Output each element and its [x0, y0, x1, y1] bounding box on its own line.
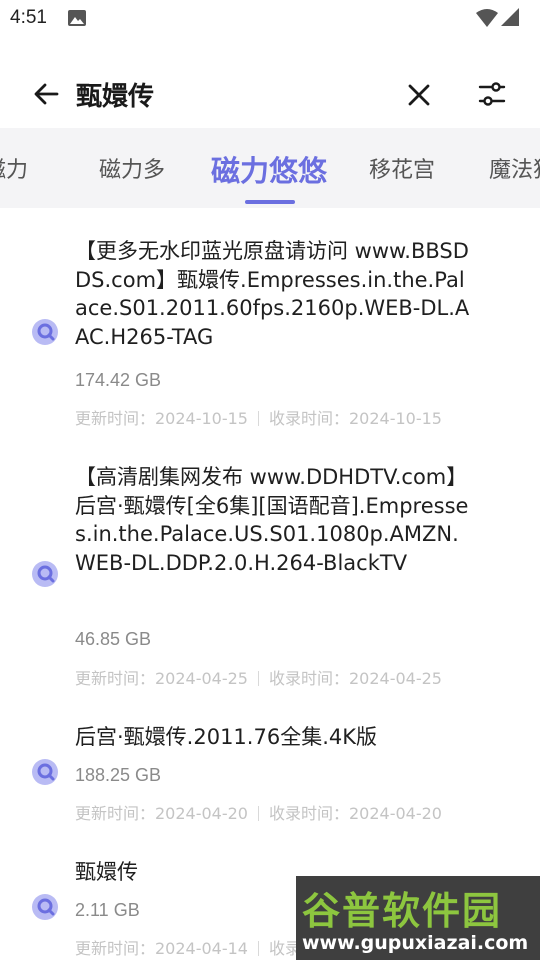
- result-title: 【高清剧集网发布 www.DDHDTV.com】后宫·甄嬛传[全6集][国语配音…: [75, 465, 469, 575]
- result-dates: 更新时间：2024-10-15 收录时间：2024-10-15: [75, 405, 442, 429]
- list-item[interactable]: 后宫·甄嬛传.2011.76全集.4K版 188.25 GB 更新时间：2024…: [0, 708, 540, 838]
- clear-icon[interactable]: [406, 82, 432, 108]
- divider: [258, 411, 259, 426]
- search-query[interactable]: 甄嬛传: [76, 76, 154, 113]
- result-size: 188.25 GB: [75, 765, 162, 785]
- magnet-search-icon: [32, 319, 58, 345]
- active-tab-indicator: [245, 200, 295, 204]
- tab-cili-duo[interactable]: 磁力多: [99, 152, 165, 184]
- magnet-search-icon: [32, 561, 58, 587]
- tab-yihuagong[interactable]: 移花宫: [369, 152, 435, 184]
- indexed-time: 收录时间：2024-04-20: [269, 804, 442, 823]
- list-item[interactable]: 【高清剧集网发布 www.DDHDTV.com】后宫·甄嬛传[全6集][国语配音…: [0, 448, 540, 708]
- source-tabs: 磁力 磁力多 磁力悠悠 移花宫 魔法猫: [0, 128, 540, 208]
- magnet-search-icon: [32, 894, 58, 920]
- divider: [258, 806, 259, 821]
- result-list: 【更多无水印蓝光原盘请访问 www.BBSDDS.com】甄嬛传.Empress…: [0, 208, 540, 960]
- divider: [258, 941, 259, 956]
- watermark-logo: 谷普软件园 www.gupuxiazai.com: [296, 876, 540, 960]
- watermark-name: 谷普软件园: [302, 889, 503, 933]
- status-time: 4:51: [10, 7, 47, 28]
- result-title: 【更多无水印蓝光原盘请访问 www.BBSDDS.com】甄嬛传.Empress…: [75, 239, 470, 349]
- result-size: 46.85 GB: [75, 629, 152, 649]
- magnet-search-icon: [32, 759, 58, 785]
- watermark-url: www.gupuxiazai.com: [302, 932, 529, 954]
- update-time: 更新时间：2024-04-25: [75, 669, 248, 688]
- result-dates: 更新时间：2024-04-20 收录时间：2024-04-20: [75, 800, 442, 824]
- status-bar: 4:51: [0, 0, 540, 38]
- filter-settings-icon[interactable]: [478, 80, 506, 108]
- signal-icon: [501, 8, 519, 26]
- result-size: 174.42 GB: [75, 370, 162, 390]
- image-notification-icon: [68, 10, 86, 26]
- result-size: 2.11 GB: [75, 900, 140, 920]
- update-time: 更新时间：2024-10-15: [75, 409, 248, 428]
- update-time: 更新时间：2024-04-14: [75, 939, 248, 958]
- result-title: 后宫·甄嬛传.2011.76全集.4K版: [75, 725, 377, 749]
- wifi-icon: [476, 9, 498, 27]
- list-item[interactable]: 【更多无水印蓝光原盘请访问 www.BBSDDS.com】甄嬛传.Empress…: [0, 208, 540, 448]
- tab-cili[interactable]: 磁力: [0, 152, 28, 184]
- indexed-time: 收录时间：2024-10-15: [269, 409, 442, 428]
- indexed-time: 收录时间：2024-04-25: [269, 669, 442, 688]
- update-time: 更新时间：2024-04-20: [75, 804, 248, 823]
- divider: [258, 671, 259, 686]
- result-dates: 更新时间：2024-04-25 收录时间：2024-04-25: [75, 665, 442, 689]
- tab-mofamao[interactable]: 魔法猫: [489, 152, 540, 184]
- tab-cili-youyou[interactable]: 磁力悠悠: [211, 148, 327, 190]
- search-header: 甄嬛传: [0, 60, 540, 129]
- back-arrow-icon[interactable]: [32, 80, 60, 108]
